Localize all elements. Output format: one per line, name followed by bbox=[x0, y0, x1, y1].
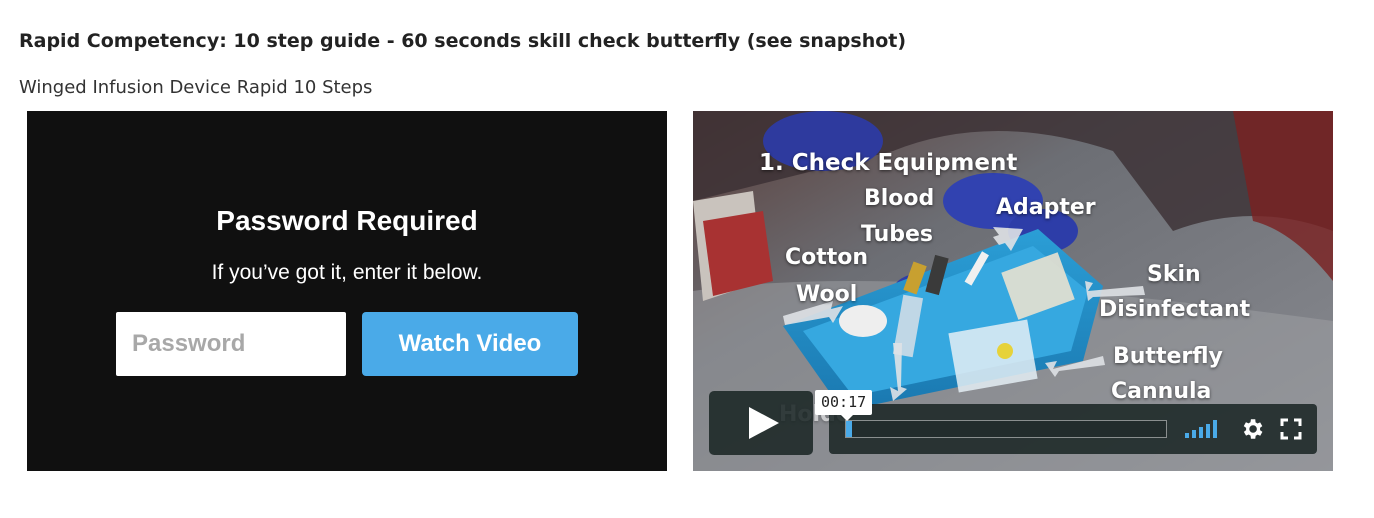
progress-bar[interactable] bbox=[845, 420, 1167, 438]
password-gate-panel: Password Required If you’ve got it, ente… bbox=[27, 111, 667, 471]
overlay-label-butterfly: Butterfly bbox=[1113, 344, 1223, 369]
overlay-label-cannula: Cannula bbox=[1111, 379, 1212, 404]
overlay-label-tubes: Tubes bbox=[861, 222, 934, 247]
progress-fill bbox=[846, 421, 853, 437]
volume-bars-icon[interactable] bbox=[1185, 420, 1223, 438]
overlay-label-skin: Skin bbox=[1147, 262, 1201, 287]
overlay-label-wool: Wool bbox=[796, 282, 858, 307]
password-gate-title: Password Required bbox=[216, 205, 478, 236]
page-subheading: Winged Infusion Device Rapid 10 Steps bbox=[19, 77, 373, 98]
timecode-tooltip: 00:17 bbox=[815, 390, 873, 421]
video-player[interactable]: 1. Check Equipment Blood Tubes Adapter C… bbox=[693, 111, 1333, 471]
fullscreen-icon[interactable] bbox=[1279, 417, 1303, 441]
password-input[interactable] bbox=[116, 312, 346, 376]
overlay-label-step: 1. Check Equipment bbox=[759, 150, 1018, 176]
player-control-bar bbox=[829, 404, 1317, 454]
overlay-label-blood: Blood bbox=[864, 186, 935, 211]
gear-icon[interactable] bbox=[1239, 416, 1265, 442]
page-heading: Rapid Competency: 10 step guide - 60 sec… bbox=[19, 30, 907, 52]
overlay-label-cotton: Cotton bbox=[785, 245, 869, 270]
overlay-label-disinfectant: Disinfectant bbox=[1099, 297, 1251, 322]
play-button[interactable] bbox=[709, 391, 813, 455]
play-icon bbox=[749, 407, 779, 439]
page: Rapid Competency: 10 step guide - 60 sec… bbox=[0, 0, 1374, 518]
overlay-label-adapter: Adapter bbox=[996, 195, 1096, 220]
password-gate-subtitle: If you’ve got it, enter it below. bbox=[211, 261, 483, 284]
watch-video-button[interactable]: Watch Video bbox=[362, 312, 578, 376]
